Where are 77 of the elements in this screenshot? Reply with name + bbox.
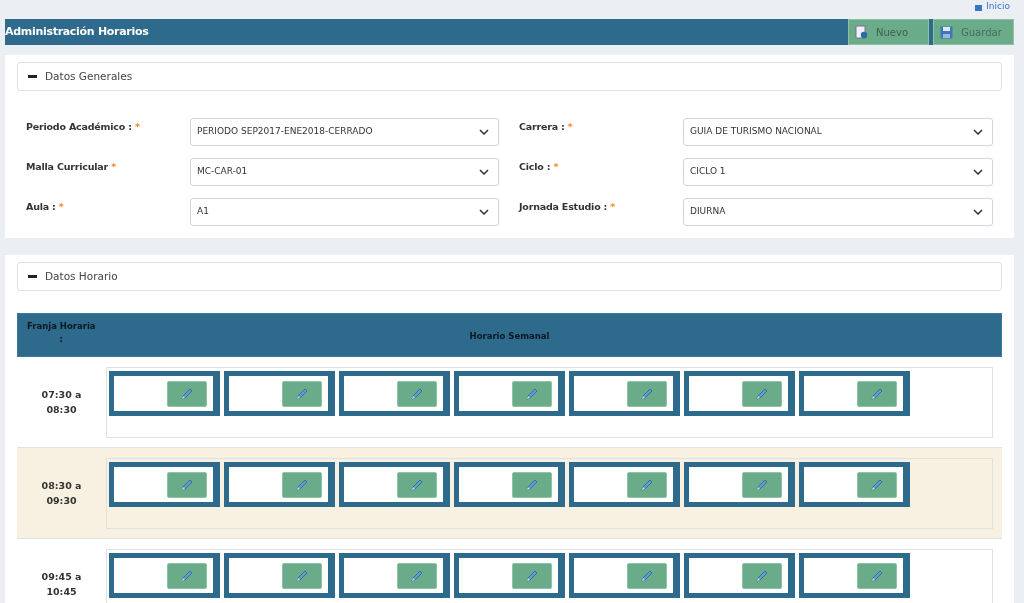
- edit-button[interactable]: [857, 380, 897, 407]
- pencil-icon: [870, 568, 884, 583]
- field-label: Aula :: [26, 201, 56, 212]
- pencil-icon: [870, 477, 884, 492]
- edit-button[interactable]: [167, 562, 207, 589]
- edit-button[interactable]: [627, 471, 667, 498]
- select-field[interactable]: CICLO 1: [683, 158, 993, 186]
- pencil-icon: [755, 477, 769, 492]
- select-field[interactable]: PERIODO SEP2017-ENE2018-CERRADO: [190, 118, 499, 146]
- pencil-icon: [640, 568, 654, 583]
- select-field[interactable]: GUIA DE TURISMO NACIONAL: [683, 118, 993, 146]
- chevron-down-icon: [973, 129, 983, 135]
- column-header: Horario Semanal: [469, 330, 550, 343]
- edit-button[interactable]: [512, 380, 552, 407]
- edit-button[interactable]: [857, 471, 897, 498]
- edit-button[interactable]: [857, 562, 897, 589]
- required-mark: *: [58, 201, 64, 212]
- pencil-icon: [180, 477, 194, 492]
- home-icon: [974, 2, 984, 11]
- pencil-icon: [755, 386, 769, 401]
- pencil-icon: [755, 568, 769, 583]
- edit-button[interactable]: [282, 380, 322, 407]
- time-range: 07:30 a 08:30: [41, 387, 82, 417]
- pencil-icon: [410, 477, 424, 492]
- pencil-icon: [410, 568, 424, 583]
- edit-button[interactable]: [627, 380, 667, 407]
- pencil-icon: [180, 568, 194, 583]
- required-mark: *: [610, 201, 616, 212]
- edit-button[interactable]: [282, 562, 322, 589]
- pencil-icon: [525, 568, 539, 583]
- edit-button[interactable]: [167, 380, 207, 407]
- pencil-icon: [525, 386, 539, 401]
- time-range: 08:30 a 09:30: [41, 478, 82, 508]
- select-field[interactable]: DIURNA: [683, 198, 993, 226]
- edit-button[interactable]: [742, 562, 782, 589]
- select-field[interactable]: A1: [190, 198, 499, 226]
- section-header[interactable]: Datos Horario: [17, 262, 1002, 291]
- edit-button[interactable]: [167, 471, 207, 498]
- column-header: Franja Horaria :: [27, 320, 96, 346]
- pencil-icon: [870, 386, 884, 401]
- pencil-icon: [410, 386, 424, 401]
- page-title: Administración Horarios: [5, 23, 149, 40]
- required-mark: *: [567, 121, 573, 132]
- edit-button[interactable]: [512, 471, 552, 498]
- pencil-icon: [180, 386, 194, 401]
- edit-button[interactable]: [397, 471, 437, 498]
- new-document-icon: [855, 25, 868, 39]
- edit-button[interactable]: [397, 380, 437, 407]
- section-header[interactable]: Datos Generales: [17, 62, 1002, 91]
- select-field[interactable]: MC-CAR-01: [190, 158, 499, 186]
- edit-button[interactable]: [627, 562, 667, 589]
- chevron-down-icon: [479, 209, 489, 215]
- field-label: Malla Curricular: [26, 161, 108, 172]
- home-link[interactable]: Inicio: [974, 1, 1010, 12]
- pencil-icon: [640, 386, 654, 401]
- pencil-icon: [525, 477, 539, 492]
- chevron-down-icon: [479, 169, 489, 175]
- field-label: Ciclo :: [519, 161, 551, 172]
- pencil-icon: [295, 386, 309, 401]
- required-mark: *: [111, 161, 116, 172]
- edit-button[interactable]: [742, 471, 782, 498]
- time-range: 09:45 a 10:45: [41, 569, 82, 599]
- edit-button[interactable]: [282, 471, 322, 498]
- pencil-icon: [295, 568, 309, 583]
- required-mark: *: [134, 121, 140, 132]
- required-mark: *: [553, 161, 559, 172]
- chevron-down-icon: [973, 169, 983, 175]
- pencil-icon: [295, 477, 309, 492]
- pencil-icon: [640, 477, 654, 492]
- edit-button[interactable]: [512, 562, 552, 589]
- chevron-down-icon: [479, 129, 489, 135]
- edit-button[interactable]: [742, 380, 782, 407]
- chevron-down-icon: [973, 209, 983, 215]
- field-label: Carrera :: [519, 121, 565, 132]
- field-label: Jornada Estudio :: [519, 201, 608, 212]
- field-label: Periodo Académico :: [26, 121, 132, 132]
- edit-button[interactable]: [397, 562, 437, 589]
